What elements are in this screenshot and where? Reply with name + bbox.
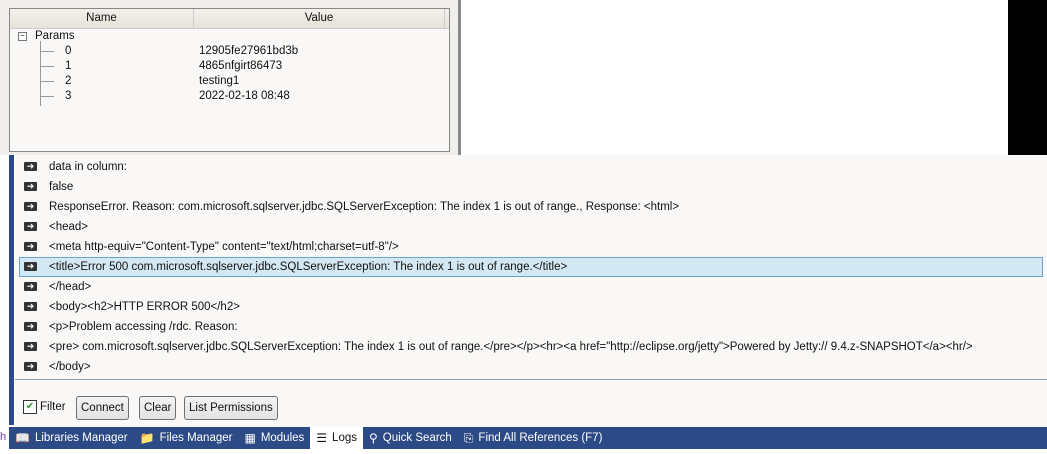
param-name: 1 <box>65 60 72 72</box>
magnifier-icon: ⚲ <box>368 431 378 445</box>
connect-button[interactable]: Connect <box>76 396 129 420</box>
tab-logs[interactable]: ☰ Logs <box>310 427 363 449</box>
log-text: false <box>49 181 74 193</box>
arrow-right-icon: ➜ <box>24 322 37 331</box>
log-text: data in column: <box>49 161 127 173</box>
log-text: <p>Problem accessing /rdc. Reason: <box>49 321 238 333</box>
log-entry[interactable]: ➜ false <box>19 177 1043 197</box>
arrow-right-icon: ➜ <box>24 162 37 171</box>
bottom-tab-bar: 📖 Libraries Manager 📁 Files Manager ▦ Modules… <box>9 427 1047 449</box>
param-name: 2 <box>65 75 72 87</box>
arrow-right-icon: ➜ <box>24 282 37 291</box>
log-entry[interactable]: ➜ <title>Error 500 com.microsoft.sqlserve… <box>19 257 1043 277</box>
log-text: <title>Error 500 com.microsoft.sqlserver… <box>49 261 568 273</box>
arrow-right-icon: ➜ <box>24 342 37 351</box>
log-text: <body><h2>HTTP ERROR 500</h2> <box>49 301 240 313</box>
tree-row[interactable]: 2 testing1 <box>10 74 449 89</box>
references-icon: ⎘ <box>463 430 474 445</box>
tree-row[interactable]: 3 2022-02-18 08:48 <box>10 89 449 104</box>
tab-label: Modules <box>260 432 305 444</box>
params-tree[interactable]: Name Value − Params 0 12905fe27961bd3b 1 48… <box>9 8 450 152</box>
log-entry[interactable]: ➜ <head> <box>19 217 1043 237</box>
param-name: 0 <box>65 45 72 57</box>
log-entry[interactable]: ➜ </body> <box>19 357 1043 377</box>
book-icon: 📖 <box>15 431 30 445</box>
truncated-text: h <box>0 431 7 443</box>
params-panel: Name Value − Params 0 12905fe27961bd3b 1 48… <box>0 0 461 155</box>
arrow-right-icon: ➜ <box>24 222 37 231</box>
logs-list[interactable]: ➜ data in column: ➜ false ➜ ResponseError. Re… <box>15 155 1047 393</box>
logs-controls: ✔ Filter Connect Clear List Permissions <box>15 381 1047 427</box>
column-header-name[interactable]: Name <box>10 9 194 28</box>
param-value: 4865nfgirt86473 <box>199 60 283 72</box>
column-header-value[interactable]: Value <box>194 9 445 28</box>
collapse-icon[interactable]: − <box>18 32 27 41</box>
arrow-right-icon: ➜ <box>24 182 37 191</box>
tab-modules[interactable]: ▦ Modules <box>238 427 310 449</box>
log-entry[interactable]: ➜ data in column: <box>19 157 1043 177</box>
black-region <box>1008 0 1047 155</box>
log-text: ResponseError. Reason: com.microsoft.sql… <box>49 201 680 213</box>
folder-icon: 📁 <box>139 431 155 445</box>
log-entry[interactable]: ➜ ResponseError. Reason: com.microsoft.sq… <box>19 197 1043 217</box>
tab-label: Find All References (F7) <box>478 432 603 444</box>
log-entry[interactable]: ➜ <pre> com.microsoft.sqlserver.jdbc.SQLS… <box>19 337 1043 357</box>
lines-icon: ☰ <box>316 431 328 445</box>
param-value: 12905fe27961bd3b <box>199 45 299 57</box>
clear-button[interactable]: Clear <box>139 396 177 420</box>
param-name: 3 <box>65 90 72 102</box>
log-entry[interactable]: ➜ </head> <box>19 277 1043 297</box>
log-text: <head> <box>49 221 89 233</box>
log-entry[interactable]: ➜ <p>Problem accessing /rdc. Reason: <box>19 317 1043 337</box>
filter-label[interactable]: Filter <box>40 401 66 413</box>
arrow-right-icon: ➜ <box>24 262 37 271</box>
editor-red-text: ~~~~~~~~~~~~~~~~~~~~~~~~~~~~~~~~~~~~~~~~… <box>510 0 810 4</box>
arrow-right-icon: ➜ <box>24 242 37 251</box>
tab-find-all-references-f7[interactable]: ⎘ Find All References (F7) <box>458 427 609 449</box>
param-value: testing1 <box>199 75 240 87</box>
tab-files-manager[interactable]: 📁 Files Manager <box>134 427 239 449</box>
editor-area <box>471 3 1008 155</box>
log-text: </body> <box>49 361 91 373</box>
log-text: <pre> com.microsoft.sqlserver.jdbc.SQLSe… <box>49 341 973 353</box>
arrow-right-icon: ➜ <box>24 202 37 211</box>
tab-label: Files Manager <box>159 432 233 444</box>
param-value: 2022-02-18 08:48 <box>199 90 290 102</box>
arrow-right-icon: ➜ <box>24 302 37 311</box>
tab-label: Quick Search <box>382 432 452 444</box>
arrow-right-icon: ➜ <box>24 362 37 371</box>
panel-stripe <box>9 155 14 425</box>
log-text: </head> <box>49 281 92 293</box>
log-text: <meta http-equiv="Content-Type" content=… <box>49 241 399 253</box>
tab-label: Logs <box>332 432 357 444</box>
tree-root[interactable]: − Params <box>10 29 449 44</box>
list-permissions-button[interactable]: List Permissions <box>184 396 278 420</box>
tab-libraries-manager[interactable]: 📖 Libraries Manager <box>9 427 134 449</box>
tab-quick-search[interactable]: ⚲ Quick Search <box>363 427 458 449</box>
tab-label: Libraries Manager <box>34 432 128 444</box>
log-entry[interactable]: ➜ <meta http-equiv="Content-Type" content… <box>19 237 1043 257</box>
log-entry[interactable]: ➜ <body><h2>HTTP ERROR 500</h2> <box>19 297 1043 317</box>
filter-checkbox[interactable]: ✔ <box>23 400 37 414</box>
modules-icon: ▦ <box>244 431 256 445</box>
tree-row[interactable]: 1 4865nfgirt86473 <box>10 59 449 74</box>
tree-row[interactable]: 0 12905fe27961bd3b <box>10 44 449 59</box>
